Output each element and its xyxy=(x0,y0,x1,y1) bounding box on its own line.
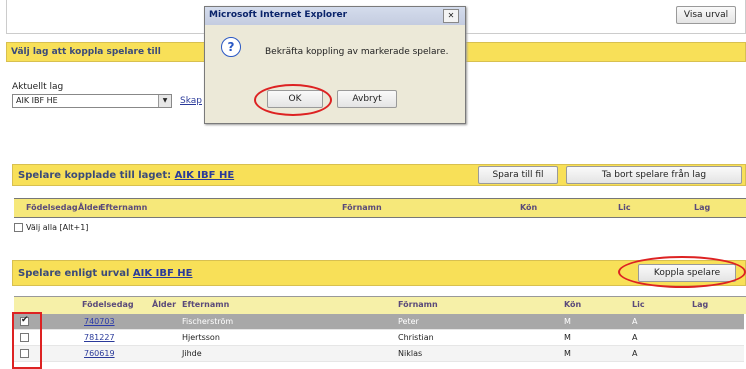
skapa-link[interactable]: Skap xyxy=(180,96,202,106)
col-lag[interactable]: Lag xyxy=(694,203,710,212)
table-row[interactable]: ✔ 740703 Fischerström Peter M A xyxy=(14,314,744,330)
visa-urval-button[interactable]: Visa urval xyxy=(676,6,736,24)
checkbox-highlight-box xyxy=(12,312,42,369)
spara-till-fil-button[interactable]: Spara till fil xyxy=(478,166,558,184)
dialog-message: Bekräfta koppling av markerade spelare. xyxy=(265,47,449,57)
question-glyph: ? xyxy=(227,40,235,54)
row-sex: M xyxy=(564,317,571,326)
col-efternamn[interactable]: Efternamn xyxy=(100,203,147,212)
row-sex: M xyxy=(564,349,571,358)
table-row[interactable]: 760619 Jihde Niklas M A xyxy=(14,346,744,362)
row-lic: A xyxy=(632,349,638,358)
urval-title: Spelare enligt urval AIK IBF HE xyxy=(18,268,192,279)
row-birth-link[interactable]: 740703 xyxy=(84,317,115,326)
close-icon[interactable]: ✕ xyxy=(443,9,459,23)
col-kon[interactable]: Kön xyxy=(520,203,537,212)
dialog-title: Microsoft Internet Explorer xyxy=(209,10,348,20)
urval-column-header: Födelsedag Ålder Efternamn Förnamn Kön L… xyxy=(14,296,746,314)
col-fodelsedag[interactable]: Födelsedag xyxy=(82,300,134,309)
valj-alla-checkbox[interactable] xyxy=(14,223,23,232)
col-kon[interactable]: Kön xyxy=(564,300,581,309)
chevron-down-icon[interactable]: ▼ xyxy=(158,95,171,107)
row-firstname: Peter xyxy=(398,317,419,326)
aktuellt-lag-label: Aktuellt lag xyxy=(12,82,64,92)
col-alder[interactable]: Ålder xyxy=(78,203,102,212)
ok-highlight-oval xyxy=(254,84,332,116)
col-fodelsedag[interactable]: Födelsedag xyxy=(26,203,78,212)
question-icon: ? xyxy=(221,37,241,57)
confirm-dialog: Microsoft Internet Explorer ✕ ? Bekräfta… xyxy=(204,6,466,124)
urval-team-link[interactable]: AIK IBF HE xyxy=(133,268,193,279)
col-lic[interactable]: Lic xyxy=(618,203,631,212)
col-lag[interactable]: Lag xyxy=(692,300,708,309)
kopplade-column-header: Födelsedag Ålder Efternamn Förnamn Kön L… xyxy=(14,198,746,218)
team-select[interactable]: AIK IBF HE ▼ xyxy=(12,94,172,108)
team-select-value: AIK IBF HE xyxy=(16,96,58,105)
kopplade-title: Spelare kopplade till laget: AIK IBF HE xyxy=(18,170,234,181)
row-sex: M xyxy=(564,333,571,342)
row-surname: Jihde xyxy=(182,349,202,358)
ta-bort-spelare-button[interactable]: Ta bort spelare från lag xyxy=(566,166,742,184)
table-row[interactable]: 781227 Hjertsson Christian M A xyxy=(14,330,744,346)
kopplade-title-text: Spelare kopplade till laget: xyxy=(18,170,172,181)
row-surname: Hjertsson xyxy=(182,333,220,342)
row-firstname: Christian xyxy=(398,333,434,342)
row-birth-link[interactable]: 781227 xyxy=(84,333,115,342)
valj-alla-label: Välj alla [Alt+1] xyxy=(26,223,89,232)
row-lic: A xyxy=(632,317,638,326)
kopplade-team-link[interactable]: AIK IBF HE xyxy=(175,170,235,181)
row-lic: A xyxy=(632,333,638,342)
col-alder[interactable]: Ålder xyxy=(152,300,176,309)
col-efternamn[interactable]: Efternamn xyxy=(182,300,229,309)
row-firstname: Niklas xyxy=(398,349,423,358)
dialog-titlebar: Microsoft Internet Explorer ✕ xyxy=(205,7,465,25)
col-fornamn[interactable]: Förnamn xyxy=(342,203,382,212)
valj-lag-title: Välj lag att koppla spelare till xyxy=(11,47,161,57)
col-fornamn[interactable]: Förnamn xyxy=(398,300,438,309)
row-birth-link[interactable]: 760619 xyxy=(84,349,115,358)
urval-title-text: Spelare enligt urval xyxy=(18,268,130,279)
col-lic[interactable]: Lic xyxy=(632,300,645,309)
row-surname: Fischerström xyxy=(182,317,234,326)
koppla-highlight-oval xyxy=(618,256,746,288)
cancel-button[interactable]: Avbryt xyxy=(337,90,397,108)
